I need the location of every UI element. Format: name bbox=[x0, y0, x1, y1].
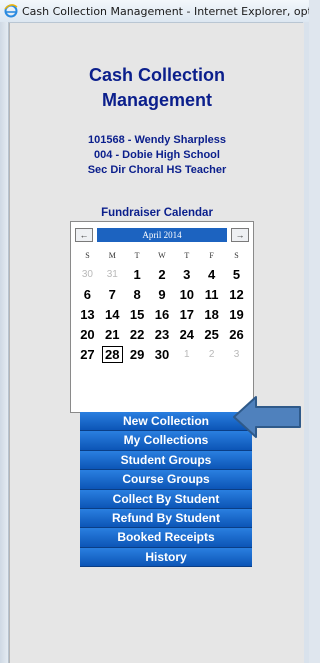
calendar-header: ← April 2014 → bbox=[75, 228, 249, 242]
calendar-day[interactable]: 25 bbox=[199, 324, 224, 344]
calendar-week: 27 28 29 30 1 2 3 bbox=[75, 344, 249, 364]
calendar-day[interactable]: 24 bbox=[174, 324, 199, 344]
weekday-header: T bbox=[184, 250, 190, 260]
calendar-day[interactable]: 26 bbox=[224, 324, 249, 344]
calendar-day[interactable]: 14 bbox=[100, 304, 125, 324]
weekday-header: S bbox=[85, 250, 90, 260]
user-id-name: 101568 - Wendy Sharpless bbox=[88, 134, 226, 146]
calendar-day[interactable]: 10 bbox=[174, 284, 199, 304]
calendar-day[interactable]: 13 bbox=[75, 304, 100, 324]
calendar-day[interactable]: 6 bbox=[75, 284, 100, 304]
menu-item-course-groups[interactable]: Course Groups bbox=[80, 470, 252, 490]
calendar-day[interactable]: 7 bbox=[100, 284, 125, 304]
menu-item-new-collection[interactable]: New Collection bbox=[80, 412, 252, 432]
calendar-week: 6 7 8 9 10 11 12 bbox=[75, 284, 249, 304]
user-role: Sec Dir Choral HS Teacher bbox=[87, 164, 227, 176]
calendar-day-other-month[interactable]: 31 bbox=[100, 264, 125, 284]
calendar-day[interactable]: 19 bbox=[224, 304, 249, 324]
calendar-day[interactable]: 18 bbox=[199, 304, 224, 324]
calendar-heading: Fundraiser Calendar bbox=[101, 207, 213, 219]
calendar-day[interactable]: 1 bbox=[125, 264, 150, 284]
page-title: Cash Collection Management bbox=[10, 63, 304, 113]
calendar-day[interactable]: 21 bbox=[100, 324, 125, 344]
user-info: 101568 - Wendy Sharpless 004 - Dobie Hig… bbox=[10, 133, 304, 178]
calendar-day[interactable]: 3 bbox=[174, 264, 199, 284]
menu-item-booked-receipts[interactable]: Booked Receipts bbox=[80, 528, 252, 548]
calendar-day[interactable]: 30 bbox=[150, 344, 175, 364]
page-content: Cash Collection Management 101568 - Wend… bbox=[9, 23, 304, 663]
weekday-header: S bbox=[234, 250, 239, 260]
calendar-day[interactable]: 5 bbox=[224, 264, 249, 284]
user-school: 004 - Dobie High School bbox=[94, 149, 220, 161]
menu-item-collect-by-student[interactable]: Collect By Student bbox=[80, 489, 252, 509]
internet-explorer-icon bbox=[4, 4, 18, 18]
calendar-day[interactable]: 27 bbox=[75, 344, 100, 364]
calendar-day[interactable]: 22 bbox=[125, 324, 150, 344]
calendar-day[interactable]: 2 bbox=[150, 264, 175, 284]
page-title-line2: Management bbox=[101, 90, 213, 110]
calendar-week: 20 21 22 23 24 25 26 bbox=[75, 324, 249, 344]
window-title: Cash Collection Management - Internet Ex… bbox=[22, 4, 309, 18]
calendar-month-label: April 2014 bbox=[97, 228, 227, 242]
calendar-day-other-month[interactable]: 1 bbox=[174, 344, 199, 364]
calendar-day[interactable]: 11 bbox=[199, 284, 224, 304]
right-arrow-icon: → bbox=[235, 230, 245, 240]
weekday-header: F bbox=[209, 250, 214, 260]
menu-item-history[interactable]: History bbox=[80, 547, 252, 568]
callout-arrow-icon bbox=[233, 396, 301, 438]
calendar-day[interactable]: 12 bbox=[224, 284, 249, 304]
calendar-day-other-month[interactable]: 2 bbox=[199, 344, 224, 364]
weekday-header: W bbox=[158, 250, 166, 260]
calendar-day[interactable]: 8 bbox=[125, 284, 150, 304]
calendar-grid: SMTWTFS 30 31 1 2 3 4 5 6 7 8 9 10 11 12 13 14 15 16 17 18 1… bbox=[75, 246, 249, 364]
calendar-next-button[interactable]: → bbox=[231, 228, 249, 242]
menu-item-my-collections[interactable]: My Collections bbox=[80, 431, 252, 451]
menu-item-student-groups[interactable]: Student Groups bbox=[80, 450, 252, 471]
left-arrow-icon: ← bbox=[79, 230, 89, 240]
calendar-week: 30 31 1 2 3 4 5 bbox=[75, 264, 249, 284]
calendar-week: 13 14 15 16 17 18 19 bbox=[75, 304, 249, 324]
calendar-prev-button[interactable]: ← bbox=[75, 228, 93, 242]
calendar-day[interactable]: 20 bbox=[75, 324, 100, 344]
calendar-day[interactable]: 23 bbox=[150, 324, 175, 344]
main-menu: New Collection My Collections Student Grou… bbox=[80, 412, 252, 568]
weekday-header: T bbox=[134, 250, 140, 260]
menu-item-refund-by-student[interactable]: Refund By Student bbox=[80, 508, 252, 529]
fundraiser-calendar: ← April 2014 → SMTWTFS 30 31 1 2 3 4 5 6 7 8 9 10 11… bbox=[70, 221, 254, 413]
window-titlebar[interactable]: Cash Collection Management - Internet Ex… bbox=[0, 0, 309, 23]
calendar-day[interactable]: 4 bbox=[199, 264, 224, 284]
calendar-day-other-month[interactable]: 30 bbox=[75, 264, 100, 284]
window-frame-left bbox=[0, 22, 9, 663]
calendar-day-other-month[interactable]: 3 bbox=[224, 344, 249, 364]
calendar-day[interactable]: 9 bbox=[150, 284, 175, 304]
calendar-day[interactable]: 15 bbox=[125, 304, 150, 324]
calendar-day[interactable]: 16 bbox=[150, 304, 175, 324]
calendar-day[interactable]: 29 bbox=[125, 344, 150, 364]
calendar-day[interactable]: 28 bbox=[100, 344, 125, 364]
weekday-header: M bbox=[108, 250, 116, 260]
page-title-line1: Cash Collection bbox=[88, 65, 226, 85]
calendar-day[interactable]: 17 bbox=[174, 304, 199, 324]
